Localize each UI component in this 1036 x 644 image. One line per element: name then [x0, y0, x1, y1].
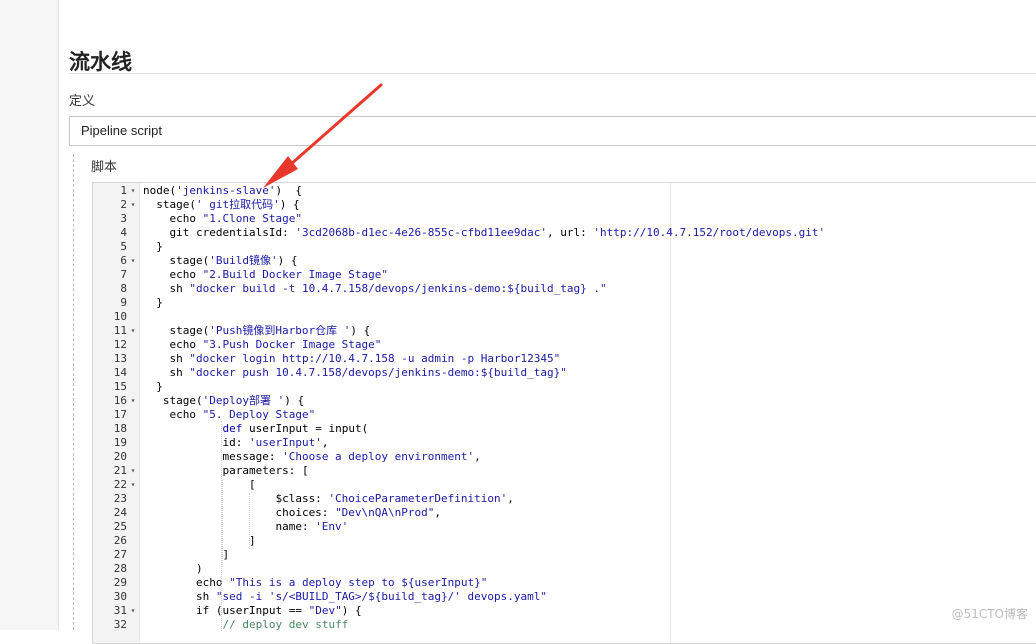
- arrow-shaft: [280, 83, 383, 174]
- annotation-arrow: [263, 83, 383, 188]
- watermark: @51CTO博客: [951, 607, 1028, 621]
